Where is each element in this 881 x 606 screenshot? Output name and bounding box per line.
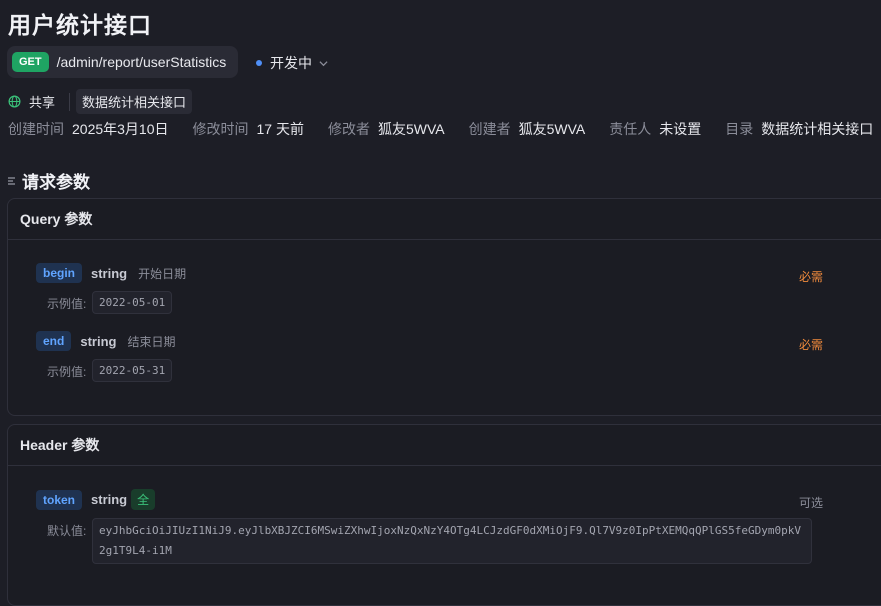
meta-key: 创建时间 <box>8 121 64 137</box>
param-type: string <box>91 492 128 507</box>
param-name[interactable]: begin <box>36 263 82 283</box>
endpoint-path[interactable]: /admin/report/userStatistics <box>57 54 227 70</box>
required-badge: 必需 <box>799 270 824 284</box>
header-params-card: Header 参数 token string 全 默认值: eyJhbGciOi… <box>7 424 881 606</box>
example-label: 示例值: <box>47 365 87 379</box>
meta-row: 创建时间 2025年3月10日 修改时间 17 天前 修改者 狐友5WVA 创建者 狐友… <box>8 119 881 139</box>
meta-key: 修改时间 <box>192 121 249 137</box>
query-params-title: Query 参数 <box>8 199 881 240</box>
param-end: end string 结束日期 示例值: 2022-05-31 <box>36 331 175 382</box>
meta-modified-time: 17 天前 <box>256 121 304 137</box>
header-params-title: Header 参数 <box>8 425 881 466</box>
required-badge: 必需 <box>799 338 824 352</box>
example-value[interactable]: 2022-05-31 <box>92 359 173 382</box>
endpoint-bar[interactable]: GET /admin/report/userStatistics <box>7 46 238 78</box>
param-type: string <box>91 265 128 281</box>
meta-key: 修改者 <box>327 121 370 137</box>
collapse-icon <box>8 176 15 185</box>
param-name[interactable]: end <box>36 331 72 351</box>
meta-key: 目录 <box>725 121 754 137</box>
optional-badge: 可选 <box>799 496 824 510</box>
share-label: 共享 <box>29 95 56 110</box>
chevron-down-icon <box>319 60 328 66</box>
example-value[interactable]: 2022-05-01 <box>92 291 173 314</box>
param-token: token string 全 默认值: eyJhbGciOiJIUzI1NiJ9… <box>36 489 812 564</box>
section-title[interactable]: 请求参数 <box>8 168 90 193</box>
share-button[interactable]: 共享 <box>8 92 55 111</box>
meta-modifier[interactable]: 狐友5WVA <box>378 119 445 139</box>
param-begin: begin string 开始日期 示例值: 2022-05-01 <box>36 263 186 314</box>
status-label: 开发中 <box>270 55 312 71</box>
default-label: 默认值: <box>47 524 87 538</box>
query-params-card: Query 参数 begin string 开始日期 示例值: 2022-05-… <box>7 198 881 416</box>
divider <box>69 92 71 111</box>
meta-key: 创建者 <box>468 121 511 137</box>
meta-folder[interactable]: 数据统计相关接口 <box>761 119 873 139</box>
meta-key: 责任人 <box>609 121 652 137</box>
folder-tag[interactable]: 数据统计相关接口 <box>76 89 193 114</box>
meta-owner[interactable]: 未设置 <box>659 119 701 139</box>
meta-created-time: 2025年3月10日 <box>72 121 169 137</box>
section-title-label: 请求参数 <box>22 173 90 192</box>
param-type: string <box>80 333 117 349</box>
page-title: 用户统计接口 <box>8 12 152 38</box>
param-desc: 开始日期 <box>138 266 187 281</box>
example-label: 示例值: <box>47 297 87 311</box>
globe-icon <box>8 95 21 108</box>
global-badge: 全 <box>131 489 156 510</box>
method-badge: GET <box>12 52 49 72</box>
meta-creator[interactable]: 狐友5WVA <box>519 119 586 139</box>
param-desc: 结束日期 <box>127 334 176 349</box>
status-dot-icon <box>256 60 262 66</box>
param-name[interactable]: token <box>36 489 83 510</box>
default-value[interactable]: eyJhbGciOiJIUzI1NiJ9.eyJlbXBJZCI6MSwiZXh… <box>92 518 812 564</box>
status-dropdown[interactable]: 开发中 <box>256 53 328 73</box>
